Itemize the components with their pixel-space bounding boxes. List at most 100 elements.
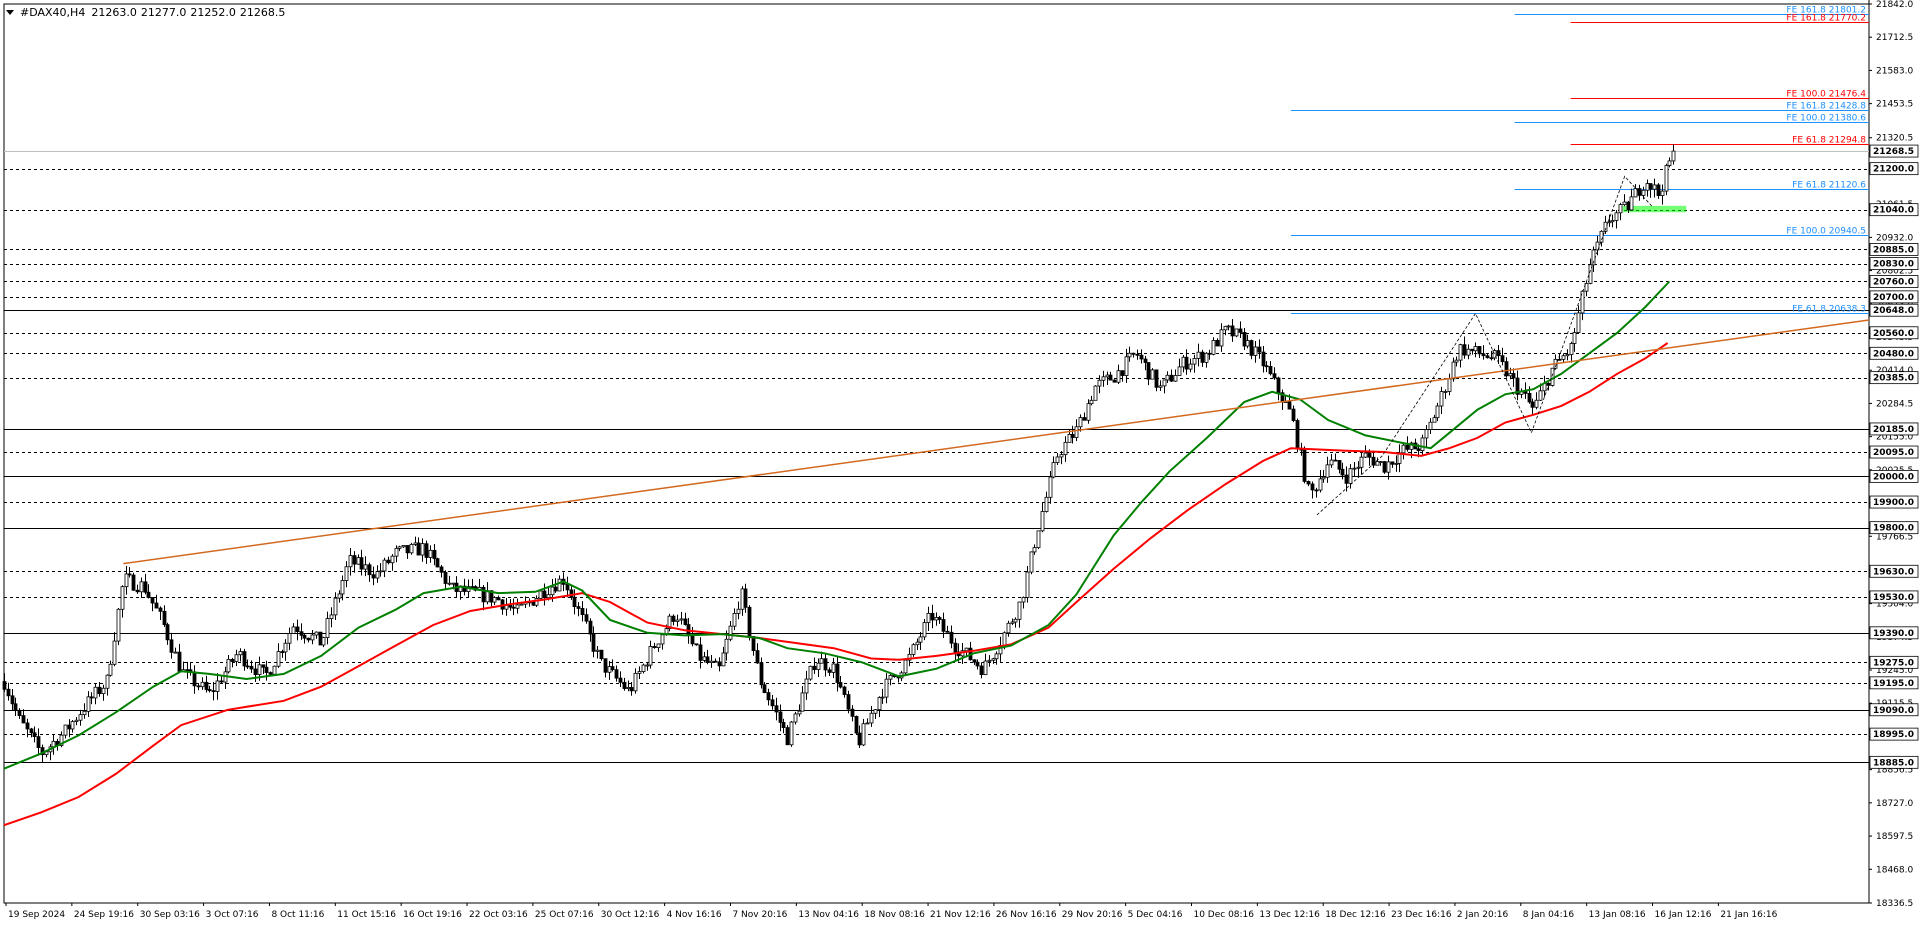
x-tick-label: 22 Oct 03:16 <box>469 910 528 920</box>
candle-body <box>542 590 547 599</box>
candle-body <box>25 722 30 730</box>
candle-body <box>1021 597 1026 603</box>
candle-body <box>846 694 851 710</box>
candle <box>542 583 547 606</box>
candle <box>158 606 163 621</box>
level-axis-label: 20560.0 <box>1873 329 1914 339</box>
candle-body <box>314 631 319 636</box>
candle <box>447 575 452 586</box>
zigzag-line[interactable] <box>1316 175 1653 516</box>
candle <box>884 673 889 704</box>
candle-body <box>679 618 684 621</box>
candle-body <box>310 634 315 641</box>
level-axis-label: 20648.0 <box>1873 306 1914 316</box>
candle-body <box>1401 444 1406 454</box>
candle <box>743 583 748 613</box>
candle <box>1158 380 1163 391</box>
candle-body <box>1165 374 1170 381</box>
candle-body <box>648 646 653 666</box>
candle-body <box>397 546 402 549</box>
candle <box>683 612 688 626</box>
candle-body <box>1291 408 1296 421</box>
candle <box>645 662 650 671</box>
ma-slow-line[interactable] <box>3 342 1669 827</box>
y-tick-label: 18336.5 <box>1876 899 1913 909</box>
candle <box>1196 343 1201 367</box>
candle-body <box>1310 483 1315 491</box>
candle <box>287 627 292 651</box>
candle-body <box>1652 184 1657 190</box>
price-chart[interactable]: FE 161.8 21801.2FE 161.8 21770.2FE 100.0… <box>0 0 1920 927</box>
candle-body <box>1127 352 1132 358</box>
candle-body <box>1192 358 1197 365</box>
candle <box>200 677 205 690</box>
candle-body <box>1470 348 1475 352</box>
candle <box>1188 358 1193 373</box>
candle-body <box>1527 393 1532 403</box>
candle-body <box>762 684 767 693</box>
candle <box>1314 487 1319 498</box>
candle <box>1492 348 1497 361</box>
candle-body <box>238 651 243 656</box>
ma-fast-line[interactable] <box>3 280 1671 770</box>
candle <box>671 614 676 626</box>
candle <box>922 618 927 641</box>
candle <box>584 608 589 624</box>
candle-body <box>1044 496 1049 512</box>
candle <box>89 692 94 705</box>
candle <box>1150 368 1155 380</box>
candle-body <box>1245 340 1250 347</box>
candle-body <box>1641 189 1646 196</box>
candle <box>804 670 809 700</box>
candle <box>143 573 148 595</box>
candle-body <box>835 663 840 683</box>
candle-body <box>1067 434 1072 443</box>
candle-body <box>511 606 516 609</box>
candle-body <box>428 549 433 558</box>
candle-body <box>150 597 155 604</box>
candle-body <box>1344 474 1349 484</box>
candle <box>1424 425 1429 447</box>
trendline[interactable] <box>123 319 1870 565</box>
candle <box>82 703 87 719</box>
level-axis-label: 20830.0 <box>1873 260 1914 270</box>
candle <box>1135 349 1140 360</box>
candle <box>416 537 421 556</box>
candle-body <box>67 724 72 730</box>
candle-body <box>1321 476 1326 480</box>
candle <box>1652 178 1657 198</box>
candle <box>1291 405 1296 423</box>
candle <box>1036 530 1041 550</box>
fib-level-label: FE 100.0 21476.4 <box>1786 90 1866 100</box>
candle-body <box>531 601 536 606</box>
candle-body <box>915 641 920 646</box>
candle-body <box>550 586 555 596</box>
candle-body <box>359 557 364 570</box>
candle-body <box>1101 376 1106 381</box>
candle-body <box>519 603 524 606</box>
candle <box>1089 395 1094 406</box>
candle-body <box>724 638 729 654</box>
candle-body <box>987 659 992 662</box>
candle-body <box>854 715 859 734</box>
x-tick-label: 8 Oct 11:16 <box>271 910 324 920</box>
candle-body <box>215 680 220 692</box>
candle-body <box>553 586 558 592</box>
candle <box>911 643 916 657</box>
x-tick-label: 30 Oct 12:16 <box>601 910 660 920</box>
candle-body <box>291 626 296 634</box>
candle <box>318 631 323 646</box>
candle <box>127 567 132 578</box>
candle-body <box>1219 329 1224 347</box>
candle <box>1040 502 1045 533</box>
candle <box>492 596 497 605</box>
candlestick-series <box>2 144 1676 763</box>
candle-body <box>1082 417 1087 421</box>
candle <box>850 705 855 722</box>
candle <box>1325 456 1330 483</box>
candle <box>1591 246 1596 272</box>
candle-body <box>1089 399 1094 405</box>
candle <box>1595 235 1600 256</box>
candle <box>173 647 178 654</box>
candle-body <box>869 712 874 724</box>
